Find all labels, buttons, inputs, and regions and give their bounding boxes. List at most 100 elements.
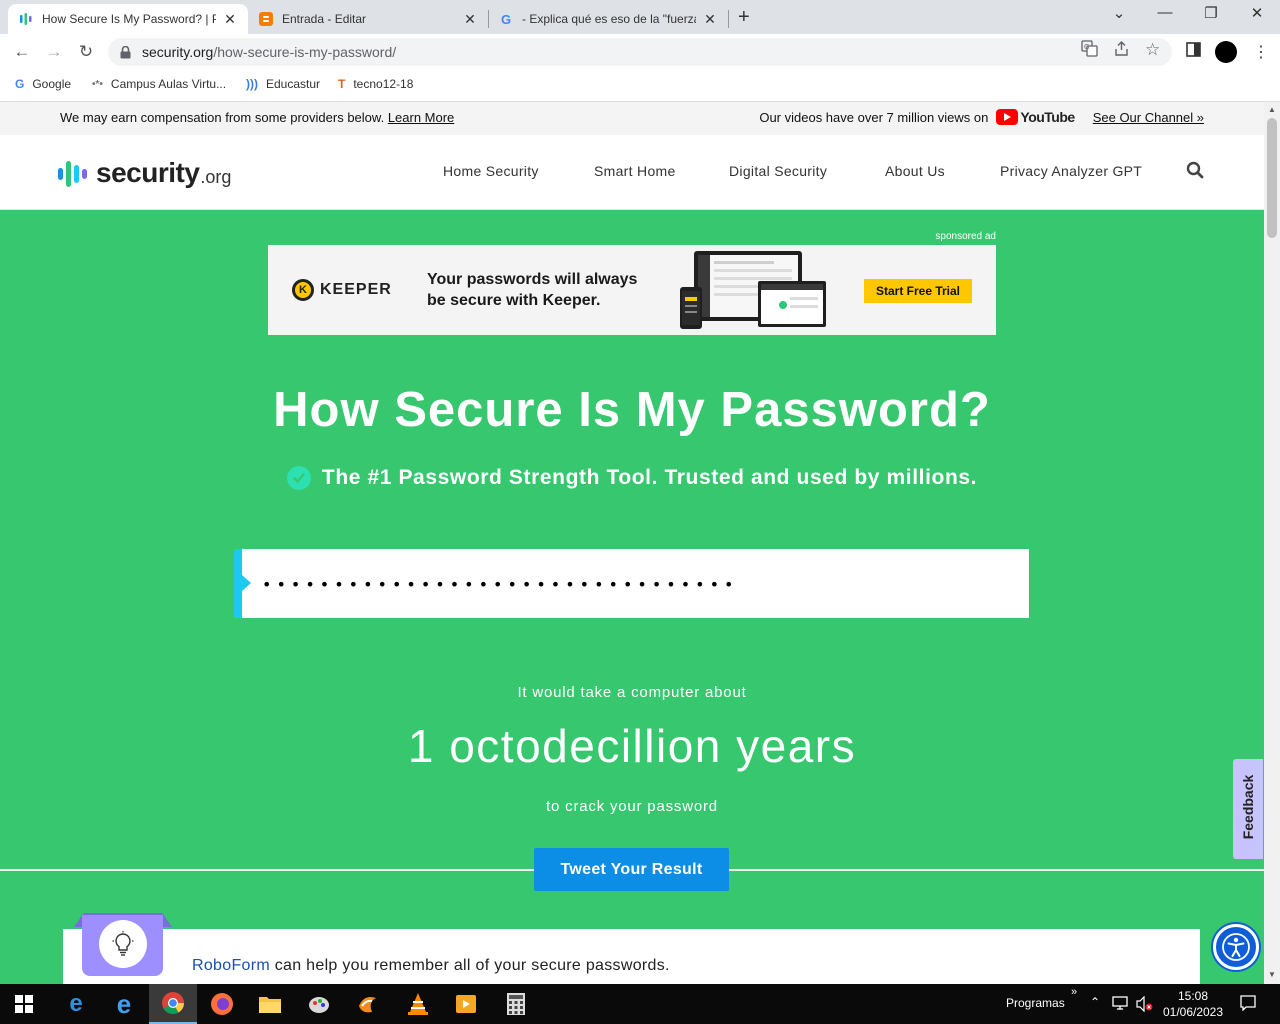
start-icon[interactable] (0, 984, 48, 1024)
roboform-description: can help you remember all of your secure… (269, 957, 670, 974)
translate-icon[interactable]: G (1081, 40, 1098, 61)
scroll-up-arrow-icon[interactable]: ▲ (1268, 105, 1276, 114)
feedback-tab[interactable]: Feedback (1233, 759, 1263, 859)
programas-toolbar[interactable]: Programas (1006, 996, 1065, 1010)
roboform-text: RoboForm can help you remember all of yo… (192, 957, 670, 975)
tab-title: - Explica qué es eso de la "fuerza (522, 12, 696, 26)
chrome-icon[interactable] (149, 984, 197, 1024)
learn-more-link[interactable]: Learn More (388, 110, 454, 125)
clock-date: 01/06/2023 (1162, 1005, 1224, 1019)
svg-text:G: G (1084, 43, 1089, 51)
tecno-icon: T (338, 77, 346, 91)
tab-separator (728, 10, 729, 28)
check-circle-icon (286, 466, 311, 490)
feedback-label: Feedback (1240, 774, 1256, 840)
back-arrow-icon[interactable]: ← (11, 41, 33, 63)
youtube-word: YouTube (1020, 109, 1075, 125)
google-icon: G (15, 77, 25, 91)
url-domain: security.org (142, 44, 214, 60)
bookmark-label: Campus Aulas Virtu... (110, 77, 227, 91)
keeper-ad-banner[interactable]: K KEEPER Your passwords will always be s… (268, 245, 996, 335)
keeper-k-icon: K (292, 279, 314, 301)
tab-entrada-editar[interactable]: Entrada - Editar ✕ (248, 4, 488, 34)
hero-subtitle: The #1 Password Strength Tool. Trusted a… (0, 466, 1264, 490)
browser-tab-strip: How Secure Is My Password? | Pa ✕ Entrad… (0, 0, 1280, 34)
url-path: /how-secure-is-my-password/ (213, 44, 397, 60)
firefox-icon[interactable] (198, 984, 246, 1024)
see-channel-link[interactable]: See Our Channel » (1093, 110, 1204, 125)
sponsored-label: sponsored ad (935, 231, 996, 242)
youtube-play-icon (996, 109, 1019, 125)
bookmark-campus[interactable]: •*• Campus Aulas Virtu... (92, 77, 226, 91)
system-clock[interactable]: 15:08 01/06/2023 (1158, 988, 1228, 1020)
reload-icon[interactable]: ↻ (75, 41, 97, 63)
educastur-icon: ))) (246, 77, 258, 91)
nav-digital-security[interactable]: Digital Security (729, 163, 827, 179)
youtube-promo: Our videos have over 7 million views on … (759, 109, 1204, 125)
ad-headline: Your passwords will always be secure wit… (427, 269, 677, 311)
site-logo[interactable]: security .org (58, 157, 231, 189)
network-icon[interactable] (1112, 996, 1128, 1013)
start-free-trial-button[interactable]: Start Free Trial (864, 279, 972, 303)
page-viewport: We may earn compensation from some provi… (0, 102, 1264, 984)
nav-privacy-analyzer-gpt[interactable]: Privacy Analyzer GPT (1000, 163, 1142, 179)
vlc-icon[interactable] (394, 984, 442, 1024)
tab-how-secure[interactable]: How Secure Is My Password? | Pa ✕ (8, 4, 248, 34)
scroll-down-arrow-icon[interactable]: ▼ (1268, 970, 1276, 979)
file-explorer-icon[interactable] (246, 984, 294, 1024)
url-text[interactable]: security.org/how-secure-is-my-password/ (142, 44, 396, 60)
browser-toolbar: ← → ↻ security.org/how-secure-is-my-pass… (0, 34, 1280, 70)
forward-arrow-icon[interactable]: → (43, 41, 65, 63)
blogger-favicon (258, 11, 274, 27)
chrome-menu-icon[interactable]: ⋮ (1253, 42, 1269, 62)
minimize-button[interactable]: — (1150, 4, 1180, 21)
nav-smart-home[interactable]: Smart Home (594, 163, 676, 179)
share-icon[interactable] (1113, 40, 1130, 61)
roboform-link[interactable]: RoboForm (192, 957, 270, 974)
disclosure-strip: We may earn compensation from some provi… (0, 102, 1264, 135)
tab-close-icon[interactable]: ✕ (702, 11, 718, 28)
bookmark-tecno[interactable]: T tecno12-18 (338, 77, 413, 91)
lock-icon[interactable] (120, 45, 134, 59)
edge-icon[interactable]: e (52, 984, 100, 1024)
page-scrollbar[interactable]: ▲ ▼ (1264, 102, 1280, 984)
address-bar[interactable]: security.org/how-secure-is-my-password/ (108, 38, 1172, 66)
tweet-result-button[interactable]: Tweet Your Result (534, 848, 729, 891)
crack-time-outro: to crack your password (546, 798, 718, 815)
paint-icon[interactable] (295, 984, 343, 1024)
close-window-button[interactable]: ✕ (1242, 4, 1272, 22)
bookmark-star-icon[interactable]: ☆ (1145, 40, 1160, 60)
scroll-thumb[interactable] (1267, 118, 1277, 238)
notifications-icon[interactable] (1240, 995, 1256, 1014)
crack-time-value: 1 octodecillion years (407, 720, 857, 772)
restore-button[interactable]: ❐ (1196, 4, 1226, 22)
nav-home-security[interactable]: Home Security (443, 163, 539, 179)
bookmarks-bar: G Google •*• Campus Aulas Virtu... ))) E… (0, 70, 1280, 102)
tab-close-icon[interactable]: ✕ (222, 11, 238, 28)
security-org-favicon (18, 11, 34, 27)
password-box (234, 549, 1029, 618)
profile-avatar[interactable] (1215, 41, 1237, 63)
accessibility-icon[interactable] (1213, 924, 1259, 970)
media-player-icon[interactable] (442, 984, 490, 1024)
subtitle-text: The #1 Password Strength Tool. Trusted a… (321, 466, 978, 489)
bookmark-google[interactable]: G Google (15, 77, 71, 91)
bookmark-educastur[interactable]: ))) Educastur (246, 77, 320, 91)
volume-muted-icon[interactable] (1136, 995, 1154, 1015)
tab-close-icon[interactable]: ✕ (462, 11, 478, 28)
scratch-icon[interactable] (344, 984, 392, 1024)
nav-about-us[interactable]: About Us (885, 163, 945, 179)
devices-illustration (680, 251, 830, 336)
toolbar-expand-chevron-icon[interactable]: » (1071, 986, 1077, 998)
campus-icon: •*• (92, 78, 103, 90)
password-input[interactable] (262, 565, 1002, 603)
calculator-icon[interactable] (492, 984, 540, 1024)
internet-explorer-icon[interactable]: e (100, 984, 148, 1024)
new-tab-button[interactable]: + (738, 6, 750, 29)
tab-explica[interactable]: G - Explica qué es eso de la "fuerza ✕ (488, 4, 728, 34)
search-icon[interactable] (1186, 161, 1206, 181)
logo-tld: .org (200, 167, 232, 187)
tab-search-chevron-icon[interactable]: ⌄ (1104, 4, 1134, 22)
side-panel-icon[interactable] (1186, 42, 1201, 62)
tray-overflow-chevron-icon[interactable]: ⌃ (1090, 995, 1100, 1009)
